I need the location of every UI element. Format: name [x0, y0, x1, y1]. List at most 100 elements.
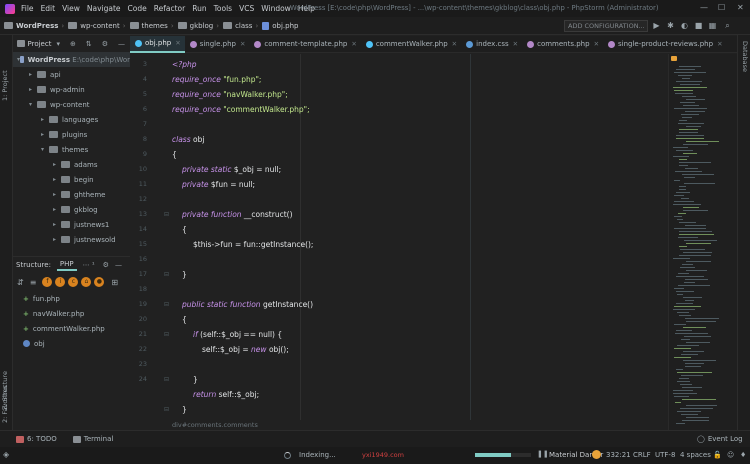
- debug-icon[interactable]: ✱: [666, 21, 675, 30]
- inspector-icon[interactable]: ☺: [727, 451, 734, 459]
- code-editor[interactable]: 3 <?php 4 require_once "fun.php"; 5 require…: [130, 54, 668, 420]
- structure-item-fun[interactable]: + fun.php: [13, 291, 130, 306]
- tree-item-justnewsold[interactable]: ▸ justnewsold: [13, 232, 130, 247]
- close-icon[interactable]: ✕: [351, 40, 356, 48]
- close-icon[interactable]: ✕: [452, 40, 457, 48]
- chevron-right-icon[interactable]: ▸: [29, 71, 37, 78]
- chevron-down-icon[interactable]: ▾: [41, 146, 49, 153]
- collapse-icon[interactable]: ⇅: [86, 40, 92, 48]
- breadcrumb-class[interactable]: class ›: [223, 22, 262, 30]
- fold-icon[interactable]: ⊟: [164, 267, 169, 282]
- layers-icon[interactable]: ◈: [3, 450, 9, 459]
- sort-visibility-icon[interactable]: ≡: [30, 278, 37, 287]
- tab-obj.php[interactable]: obj.php ✕: [130, 35, 185, 53]
- breadcrumb-wp-content[interactable]: wp-content ›: [68, 22, 129, 30]
- minimize-button[interactable]: —: [700, 3, 708, 12]
- menu-tools[interactable]: Tools: [214, 4, 232, 13]
- close-icon[interactable]: ✕: [240, 40, 245, 48]
- target-icon[interactable]: ⊕: [70, 40, 76, 48]
- pause-icon[interactable]: ❚❚: [537, 450, 549, 458]
- expand-icon[interactable]: ⊞: [111, 278, 118, 287]
- menu-run[interactable]: Run: [192, 4, 206, 13]
- chevron-down-icon[interactable]: ▾: [56, 40, 60, 48]
- sort-alpha-icon[interactable]: ⇵: [17, 278, 24, 287]
- hide-icon[interactable]: —: [115, 261, 122, 269]
- show-inherited-icon[interactable]: ⌂: [81, 277, 92, 287]
- tree-item-languages[interactable]: ▸ languages: [13, 112, 130, 127]
- tab-structure-php[interactable]: PHP: [56, 259, 77, 271]
- show-private-icon[interactable]: ●: [94, 277, 105, 287]
- chevron-right-icon[interactable]: ▸: [53, 191, 61, 198]
- tab-comments.php[interactable]: comments.php ✕: [522, 36, 603, 53]
- database-tool-button[interactable]: Database: [741, 41, 749, 72]
- breadcrumb-themes[interactable]: themes ›: [129, 22, 178, 30]
- chevron-right-icon[interactable]: ▸: [53, 236, 61, 243]
- maximize-button[interactable]: ☐: [718, 3, 725, 12]
- gear-icon[interactable]: ⚙: [103, 261, 109, 269]
- gear-icon[interactable]: ⚙: [102, 40, 108, 48]
- chevron-right-icon[interactable]: ▸: [29, 86, 37, 93]
- lock-icon[interactable]: 🔓: [713, 451, 722, 459]
- fold-icon[interactable]: ⊟: [164, 372, 169, 387]
- fold-icon[interactable]: ⊟: [164, 207, 169, 222]
- close-icon[interactable]: ✕: [717, 40, 722, 48]
- project-tool-button[interactable]: 1: Project: [1, 70, 9, 101]
- code-breadcrumb[interactable]: div#comments.comments: [130, 420, 668, 430]
- line-separator[interactable]: CRLF: [633, 451, 651, 459]
- favorites-tool-button[interactable]: 2: Favorites: [1, 385, 9, 423]
- close-icon[interactable]: ✕: [594, 40, 599, 48]
- close-icon[interactable]: ✕: [175, 39, 180, 47]
- code-minimap[interactable]: [668, 54, 737, 430]
- tree-item-adams[interactable]: ▸ adams: [13, 157, 130, 172]
- tree-item-themes[interactable]: ▾ themes: [13, 142, 130, 157]
- tree-item-wp-admin[interactable]: ▸ wp-admin: [13, 82, 130, 97]
- close-icon[interactable]: ✕: [513, 40, 518, 48]
- chevron-down-icon[interactable]: ▾: [29, 101, 37, 108]
- show-fields-icon[interactable]: f: [42, 277, 53, 287]
- notifications-icon[interactable]: ♦: [740, 451, 746, 459]
- tree-item-begin[interactable]: ▸ begin: [13, 172, 130, 187]
- run-icon[interactable]: ▶: [652, 21, 661, 30]
- structure-item-obj[interactable]: obj: [13, 336, 130, 351]
- breadcrumb-file[interactable]: obj.php: [262, 21, 299, 30]
- tree-item-justnews1[interactable]: ▸ justnews1: [13, 217, 130, 232]
- tree-item-plugins[interactable]: ▸ plugins: [13, 127, 130, 142]
- fold-icon[interactable]: ⊟: [164, 297, 169, 312]
- menu-file[interactable]: File: [21, 4, 34, 13]
- chevron-right-icon[interactable]: ▸: [53, 176, 61, 183]
- search-everywhere-icon[interactable]: ⌕: [723, 21, 732, 30]
- caret-position[interactable]: 332:21: [606, 451, 631, 459]
- menu-view[interactable]: View: [62, 4, 80, 13]
- close-button[interactable]: ✕: [737, 3, 744, 12]
- terminal-tab[interactable]: Terminal: [72, 435, 113, 443]
- tab-commentWalker.php[interactable]: commentWalker.php ✕: [361, 36, 461, 53]
- coverage-icon[interactable]: ◐: [680, 21, 689, 30]
- menu-edit[interactable]: Edit: [41, 4, 56, 13]
- menu-window[interactable]: Window: [261, 4, 291, 13]
- fold-icon[interactable]: ⊟: [164, 402, 169, 417]
- stop-icon[interactable]: ■: [694, 21, 703, 30]
- indent-setting[interactable]: 4 spaces: [680, 451, 711, 459]
- project-view-dropdown[interactable]: Project: [28, 40, 52, 48]
- menu-refactor[interactable]: Refactor: [154, 4, 185, 13]
- structure-item-navwalker[interactable]: + navWalker.php: [13, 306, 130, 321]
- tree-item-wp-content[interactable]: ▾ wp-content: [13, 97, 130, 112]
- chevron-right-icon[interactable]: ▸: [53, 206, 61, 213]
- chevron-right-icon[interactable]: ▸: [53, 221, 61, 228]
- show-includes-icon[interactable]: i: [55, 277, 66, 287]
- tab-index.css[interactable]: index.css ✕: [461, 36, 522, 53]
- warning-marker-icon[interactable]: [671, 56, 677, 61]
- chevron-right-icon[interactable]: ▸: [41, 116, 49, 123]
- tree-item-ghtheme[interactable]: ▸ ghtheme: [13, 187, 130, 202]
- chevron-right-icon[interactable]: ▸: [53, 161, 61, 168]
- structure-tab-overflow[interactable]: ⋯ ¹: [83, 261, 95, 269]
- hide-icon[interactable]: —: [118, 40, 125, 48]
- menu-vcs[interactable]: VCS: [239, 4, 254, 13]
- todo-tab[interactable]: 6: TODO: [16, 435, 57, 443]
- menu-navigate[interactable]: Navigate: [87, 4, 121, 13]
- menu-code[interactable]: Code: [128, 4, 147, 13]
- theme-icon[interactable]: [592, 450, 601, 459]
- tab-single-product-reviews.php[interactable]: single-product-reviews.php ✕: [603, 36, 727, 53]
- chevron-right-icon[interactable]: ▸: [41, 131, 49, 138]
- run-configuration-dropdown[interactable]: ADD CONFIGURATION...: [564, 20, 648, 32]
